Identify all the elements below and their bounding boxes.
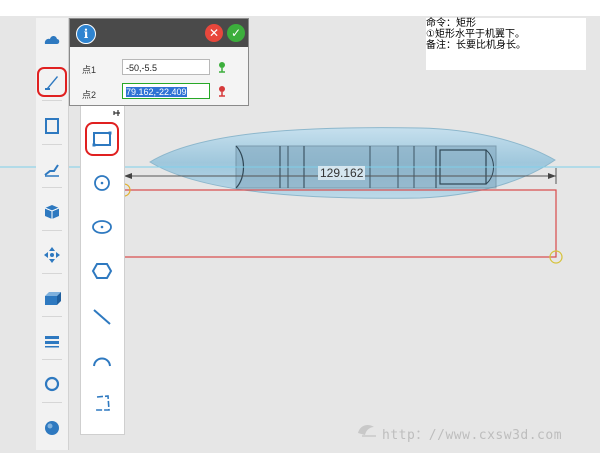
rectangle-preview <box>123 189 557 258</box>
point1-label: 点1 <box>82 65 97 75</box>
ellipse-icon[interactable] <box>89 214 115 240</box>
line-icon[interactable] <box>89 304 115 330</box>
point2-field[interactable]: 79.162,-22.409 <box>122 83 210 99</box>
layers-icon[interactable] <box>40 329 64 353</box>
sketch-shape-toolbar <box>80 105 125 435</box>
point2-value: 79.162,-22.409 <box>126 87 187 97</box>
circle-icon[interactable] <box>89 170 115 196</box>
remark-line: 备注：长要比机身长。 <box>426 40 526 51</box>
command-note: 命令：矩形 ①矩形水平于机翼下。 备注：长要比机身长。 <box>426 18 586 70</box>
rectangle-icon[interactable] <box>85 122 119 156</box>
point2-pick-icon[interactable] <box>216 85 228 97</box>
hexagon-icon[interactable] <box>89 258 115 284</box>
confirm-icon[interactable]: ✓ <box>227 24 245 42</box>
sketch-brush-icon[interactable] <box>37 67 67 97</box>
dimension-label: 129.162 <box>318 166 366 180</box>
circle-outline-icon[interactable] <box>40 372 64 396</box>
stairs-icon[interactable] <box>40 157 64 181</box>
info-icon[interactable]: i <box>76 24 96 44</box>
command-line: 命令：矩形 <box>426 18 476 29</box>
cloud-shape-icon[interactable] <box>40 28 64 52</box>
cube-icon[interactable] <box>40 200 64 224</box>
main-toolbar <box>36 18 69 450</box>
sphere-icon[interactable] <box>40 416 64 440</box>
pin-icon[interactable] <box>112 108 122 118</box>
arc-icon[interactable] <box>89 348 115 374</box>
step-line: ①矩形水平于机翼下。 <box>426 29 525 40</box>
watermark-logo-icon <box>358 425 376 437</box>
point-input-panel: i ✕ ✓ 点1 -50,-5.5 点2 79.162,-22.409 <box>69 18 249 106</box>
move-arrows-icon[interactable] <box>40 243 64 267</box>
point2-label: 点2 <box>82 90 97 100</box>
watermark-url: http：//www.cxsw3d.com <box>382 428 563 443</box>
box-stack-icon[interactable] <box>40 286 64 310</box>
page-icon[interactable] <box>40 114 64 138</box>
point1-field[interactable]: -50,-5.5 <box>122 59 210 75</box>
point1-pick-icon[interactable] <box>216 61 228 73</box>
fuselage-model <box>149 127 556 199</box>
close-icon[interactable]: ✕ <box>205 24 223 42</box>
polygon-icon[interactable] <box>89 390 115 416</box>
